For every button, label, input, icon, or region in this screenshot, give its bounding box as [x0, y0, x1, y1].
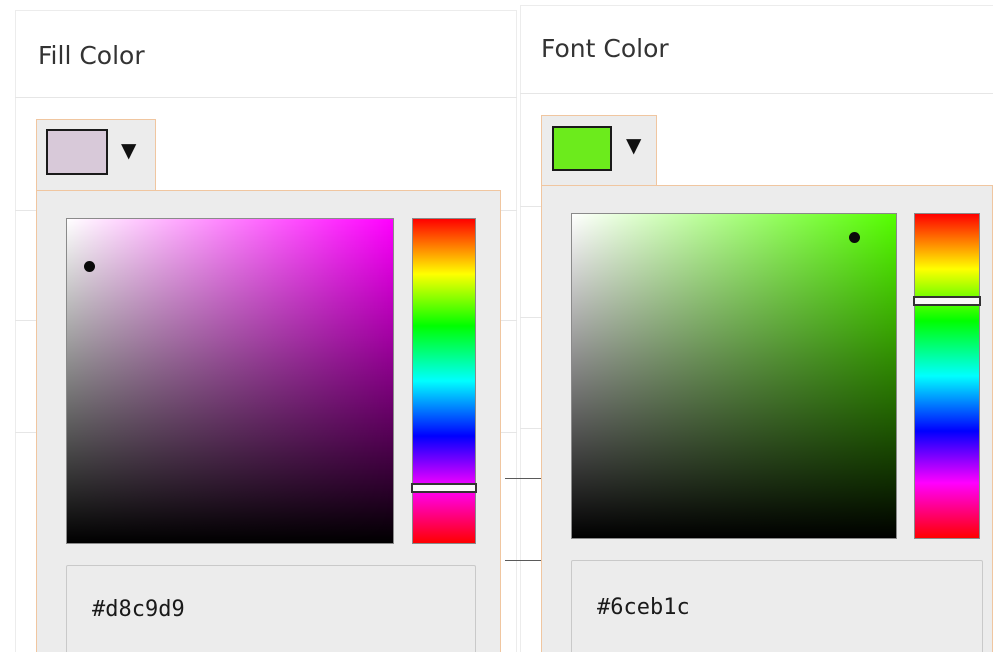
fill-header-divider — [15, 97, 517, 98]
fill-sv-handle[interactable] — [84, 261, 95, 272]
fill-saturation-value-area[interactable] — [66, 218, 394, 544]
fill-color-dropdown-button[interactable]: ▼ — [36, 119, 156, 191]
font-color-picker-popup — [541, 185, 993, 652]
chevron-down-icon: ▼ — [626, 133, 642, 157]
font-hue-handle[interactable] — [913, 296, 981, 307]
font-color-title: Font Color — [541, 34, 669, 63]
fill-sv-black-gradient — [67, 219, 393, 543]
chevron-down-icon: ▼ — [121, 138, 137, 162]
color-settings-stage: Fill Color ▼ Font Color ▼ — [0, 0, 993, 652]
fill-hex-input[interactable] — [66, 565, 476, 652]
connector-line — [505, 478, 541, 479]
font-sv-handle[interactable] — [849, 232, 860, 243]
fill-hue-slider[interactable] — [411, 218, 477, 544]
font-hue-slider[interactable] — [913, 213, 981, 539]
fill-hue-handle[interactable] — [411, 482, 477, 493]
font-hex-input[interactable] — [571, 560, 983, 652]
font-saturation-value-area[interactable] — [571, 213, 897, 539]
font-color-dropdown-button[interactable]: ▼ — [541, 115, 657, 186]
fill-color-title: Fill Color — [38, 41, 145, 70]
font-sv-black-gradient — [572, 214, 896, 538]
fill-color-picker-popup — [36, 190, 501, 652]
font-header-divider — [520, 93, 993, 94]
fill-color-swatch — [46, 129, 108, 175]
connector-line — [505, 560, 541, 561]
font-color-swatch — [552, 126, 612, 171]
